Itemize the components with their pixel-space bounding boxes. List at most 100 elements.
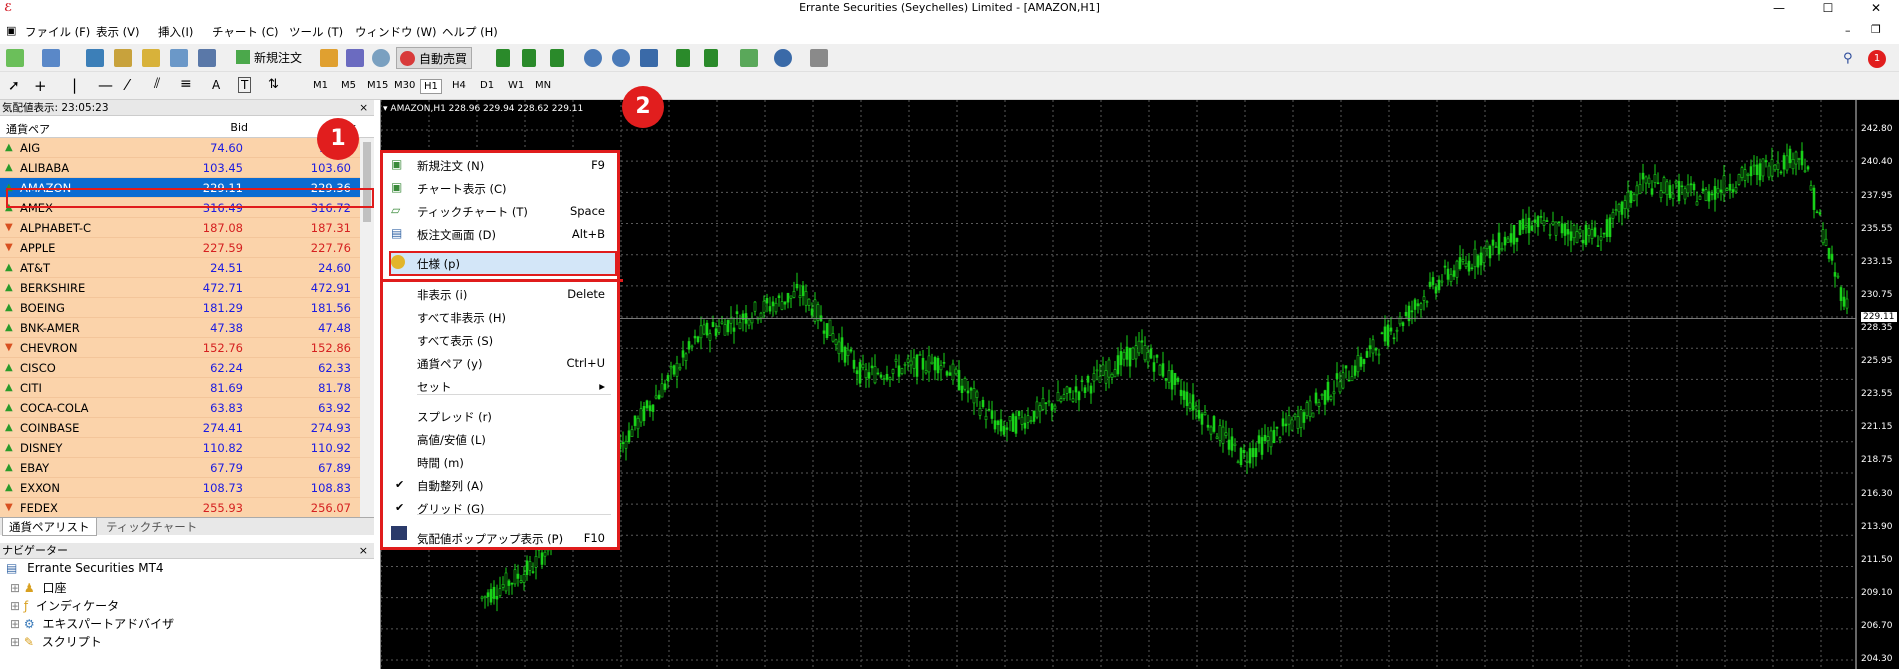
context-menu-item[interactable]: 高値/安値 (L) [417, 432, 486, 448]
vertical-line-icon[interactable]: | [72, 76, 77, 94]
line-chart-icon[interactable] [550, 49, 564, 67]
signals-icon[interactable] [346, 49, 364, 67]
tf-m15[interactable]: M15 [364, 79, 391, 92]
cursor-icon[interactable]: ➚ [8, 78, 20, 94]
context-menu-item[interactable]: 仕様 (p) [417, 256, 460, 272]
tf-mn[interactable]: MN [532, 79, 554, 92]
context-menu-item[interactable]: 通貨ペア (y) [417, 356, 482, 372]
tf-h4[interactable]: H4 [449, 79, 469, 92]
tester-icon[interactable] [198, 49, 216, 67]
horizontal-line-icon[interactable]: — [98, 76, 113, 94]
bar-chart-icon[interactable] [496, 49, 510, 67]
navigator-close-icon[interactable]: × [359, 543, 368, 559]
market-watch-row[interactable]: ▲ CISCO 62.24 62.33 [0, 358, 374, 378]
context-menu-item[interactable]: すべて表示 (S) [417, 333, 493, 349]
indicators-icon[interactable] [740, 49, 758, 67]
mdi-icon[interactable]: ▣ [6, 24, 16, 37]
context-menu-item[interactable]: 時間 (m) [417, 455, 464, 471]
autoscroll-icon[interactable] [704, 49, 718, 67]
chart-shift-icon[interactable] [676, 49, 690, 67]
close-icon[interactable]: × [359, 100, 368, 116]
context-menu-item[interactable]: すべて非表示 (H) [417, 310, 506, 326]
mdi-restore-button[interactable]: ❐ [1871, 23, 1881, 36]
tf-m30[interactable]: M30 [391, 79, 418, 92]
zoom-in-icon[interactable] [584, 49, 602, 67]
arrows-icon[interactable]: ⇅ [268, 77, 279, 92]
expand-icon[interactable]: ⊞ [10, 599, 20, 613]
templates-icon[interactable] [810, 49, 828, 67]
context-menu-item[interactable]: スプレッド (r) [417, 409, 492, 425]
market-watch-row[interactable]: ▲ COINBASE 274.41 274.93 [0, 418, 374, 438]
expand-icon[interactable]: ⊞ [10, 635, 20, 649]
zoom-out-icon[interactable] [612, 49, 630, 67]
minimize-button[interactable]: — [1759, 0, 1799, 16]
search-icon[interactable]: ⚲ [1843, 51, 1853, 66]
navigator-icon[interactable] [142, 49, 160, 67]
tile-windows-icon[interactable] [640, 49, 658, 67]
context-menu-item[interactable]: 板注文画面 (D) [417, 227, 496, 243]
menu-insert[interactable]: 挿入(I) [158, 24, 193, 40]
tab-tick-chart[interactable]: ティックチャート [100, 518, 203, 536]
candlestick-icon[interactable] [522, 49, 536, 67]
tab-symbol-list[interactable]: 通貨ペアリスト [2, 518, 97, 536]
profiles-icon[interactable] [42, 49, 60, 67]
fibonacci-icon[interactable]: ≡ [180, 76, 192, 92]
periods-icon[interactable] [774, 49, 792, 67]
nav-expert-advisors[interactable]: ⊞ ⚙ エキスパートアドバイザ [10, 615, 174, 632]
market-watch-row[interactable]: ▲ EXXON 108.73 108.83 [0, 478, 374, 498]
market-watch-icon[interactable] [86, 49, 104, 67]
context-menu-item[interactable]: グリッド (G) [417, 501, 485, 517]
crosshair-icon[interactable]: + [34, 77, 47, 95]
menu-file[interactable]: ファイル (F) [25, 24, 90, 40]
tf-m1[interactable]: M1 [310, 79, 331, 92]
mdi-minimize-button[interactable]: – [1845, 24, 1851, 37]
nav-indicators[interactable]: ⊞ ƒ インディケータ [10, 597, 119, 614]
market-watch-row[interactable]: ▲ BOEING 181.29 181.56 [0, 298, 374, 318]
context-menu-item[interactable]: 気配値ポップアップ表示 (P) [417, 531, 563, 547]
context-menu-item[interactable]: チャート表示 (C) [417, 181, 507, 197]
data-window-icon[interactable] [114, 49, 132, 67]
text-icon[interactable]: A [212, 78, 220, 92]
metaeditor-icon[interactable] [320, 49, 338, 67]
context-menu-item[interactable]: 自動整列 (A) [417, 478, 484, 494]
channel-icon[interactable]: ⫽ [154, 76, 160, 92]
market-icon[interactable] [372, 49, 390, 67]
market-watch-row[interactable]: ▲ CITI 81.69 81.78 [0, 378, 374, 398]
market-watch-row[interactable]: ▲ AT&T 24.51 24.60 [0, 258, 374, 278]
close-button[interactable]: ✕ [1856, 0, 1896, 16]
chart-menu-icon[interactable]: ▾ [383, 104, 388, 114]
terminal-icon[interactable] [170, 49, 188, 67]
context-menu-item[interactable]: 非表示 (i) [417, 287, 467, 303]
market-watch-row[interactable]: ▲ COCA-COLA 63.83 63.92 [0, 398, 374, 418]
notification-badge[interactable]: 1 [1868, 50, 1886, 68]
expand-icon[interactable]: ⊞ [10, 581, 20, 595]
auto-trading-button[interactable]: 自動売買 [396, 47, 473, 69]
context-menu-item[interactable]: ティックチャート (T) [417, 204, 528, 220]
tf-h1[interactable]: H1 [420, 79, 442, 94]
market-watch-row[interactable]: ▲ EBAY 67.79 67.89 [0, 458, 374, 478]
market-watch-row[interactable]: ▼ CHEVRON 152.76 152.86 [0, 338, 374, 358]
col-bid-header[interactable]: Bid [230, 121, 248, 134]
menu-tools[interactable]: ツール (T) [289, 24, 343, 40]
nav-accounts[interactable]: ⊞ ♟ 口座 [10, 579, 67, 596]
market-watch-row[interactable]: ▲ BERKSHIRE 472.71 472.91 [0, 278, 374, 298]
menu-window[interactable]: ウィンドウ (W) [355, 24, 437, 40]
trendline-icon[interactable]: ⁄ [126, 76, 129, 94]
menu-chart[interactable]: チャート (C) [212, 24, 279, 40]
market-watch-row[interactable]: ▲ ALIBABA 103.45 103.60 [0, 158, 374, 178]
menu-view[interactable]: 表示 (V) [96, 24, 140, 40]
col-symbol-header[interactable]: 通貨ペア [6, 121, 50, 137]
tf-w1[interactable]: W1 [505, 79, 527, 92]
context-menu-item[interactable]: 新規注文 (N) [417, 158, 484, 174]
tf-d1[interactable]: D1 [477, 79, 497, 92]
expand-icon[interactable]: ⊞ [10, 617, 20, 631]
text-label-icon[interactable]: T [238, 77, 252, 93]
market-watch-row[interactable]: ▼ ALPHABET-C 187.08 187.31 [0, 218, 374, 238]
new-order-button[interactable]: 新規注文 [234, 48, 306, 68]
market-watch-row[interactable]: ▲ BNK-AMER 47.38 47.48 [0, 318, 374, 338]
nav-scripts[interactable]: ⊞ ✎ スクリプト [10, 633, 102, 650]
scrollbar-thumb[interactable] [363, 142, 371, 222]
menu-help[interactable]: ヘルプ (H) [442, 24, 498, 40]
new-chart-icon[interactable] [6, 49, 24, 67]
maximize-button[interactable]: ☐ [1808, 0, 1848, 16]
